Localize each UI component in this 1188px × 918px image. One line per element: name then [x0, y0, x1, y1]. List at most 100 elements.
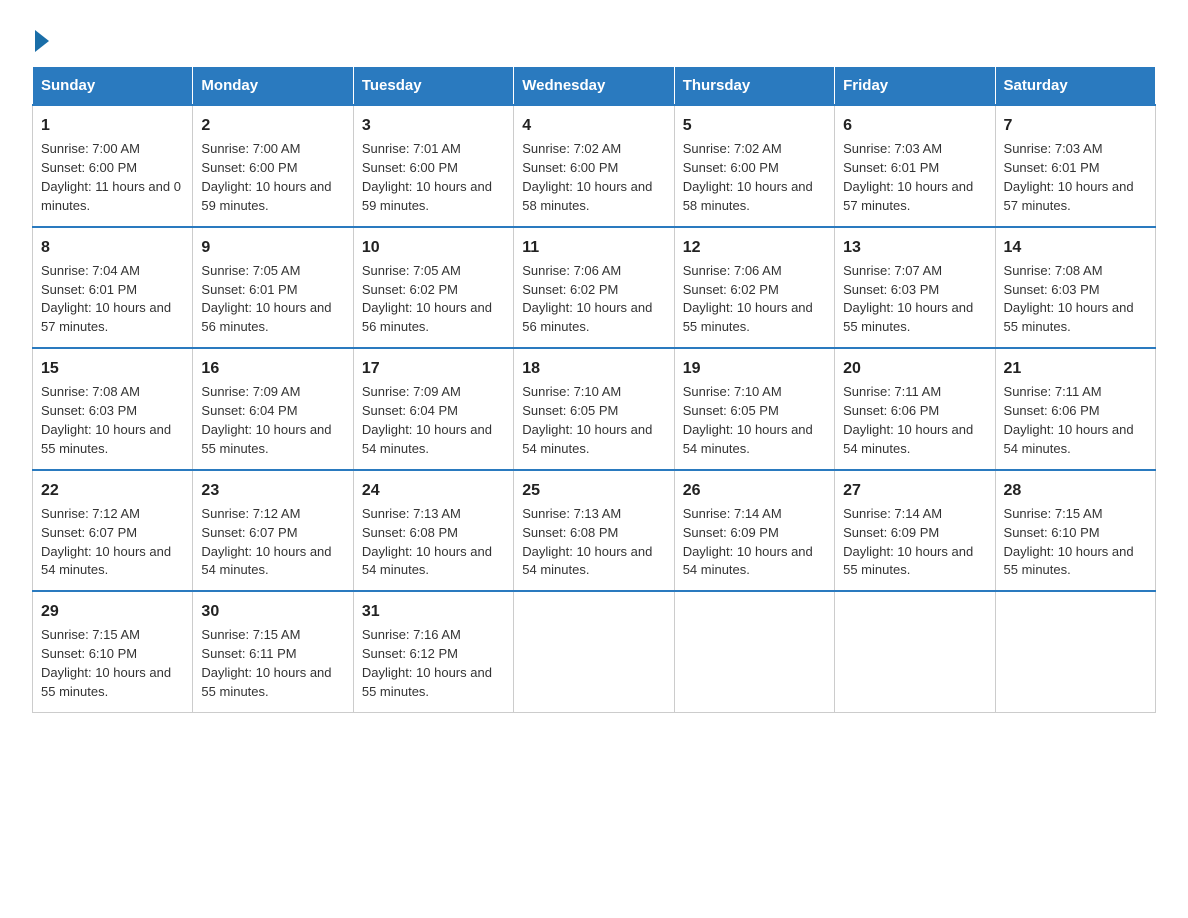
- day-number: 7: [1004, 114, 1147, 137]
- day-info: Sunrise: 7:00 AMSunset: 6:00 PMDaylight:…: [41, 141, 181, 213]
- day-number: 19: [683, 357, 826, 380]
- day-number: 30: [201, 600, 344, 623]
- day-info: Sunrise: 7:00 AMSunset: 6:00 PMDaylight:…: [201, 141, 331, 213]
- calendar-cell: [995, 591, 1155, 712]
- calendar-cell: 22 Sunrise: 7:12 AMSunset: 6:07 PMDayligh…: [33, 470, 193, 592]
- day-number: 17: [362, 357, 505, 380]
- logo-arrow-icon: [35, 30, 49, 52]
- day-number: 4: [522, 114, 665, 137]
- calendar-cell: 23 Sunrise: 7:12 AMSunset: 6:07 PMDayligh…: [193, 470, 353, 592]
- calendar-cell: 8 Sunrise: 7:04 AMSunset: 6:01 PMDaylight…: [33, 227, 193, 349]
- week-row-5: 29 Sunrise: 7:15 AMSunset: 6:10 PMDayligh…: [33, 591, 1156, 712]
- calendar-header-tuesday: Tuesday: [353, 67, 513, 106]
- day-number: 27: [843, 479, 986, 502]
- calendar-cell: 6 Sunrise: 7:03 AMSunset: 6:01 PMDaylight…: [835, 105, 995, 227]
- day-number: 6: [843, 114, 986, 137]
- day-info: Sunrise: 7:10 AMSunset: 6:05 PMDaylight:…: [683, 384, 813, 456]
- day-number: 22: [41, 479, 184, 502]
- page-header: [32, 24, 1156, 48]
- calendar-header-wednesday: Wednesday: [514, 67, 674, 106]
- calendar-header-thursday: Thursday: [674, 67, 834, 106]
- day-number: 28: [1004, 479, 1147, 502]
- calendar-cell: 18 Sunrise: 7:10 AMSunset: 6:05 PMDayligh…: [514, 348, 674, 470]
- day-number: 20: [843, 357, 986, 380]
- day-info: Sunrise: 7:11 AMSunset: 6:06 PMDaylight:…: [1004, 384, 1134, 456]
- calendar-cell: 14 Sunrise: 7:08 AMSunset: 6:03 PMDayligh…: [995, 227, 1155, 349]
- calendar-cell: 29 Sunrise: 7:15 AMSunset: 6:10 PMDayligh…: [33, 591, 193, 712]
- calendar-cell: 2 Sunrise: 7:00 AMSunset: 6:00 PMDaylight…: [193, 105, 353, 227]
- day-number: 13: [843, 236, 986, 259]
- day-number: 11: [522, 236, 665, 259]
- day-info: Sunrise: 7:09 AMSunset: 6:04 PMDaylight:…: [201, 384, 331, 456]
- calendar-cell: 30 Sunrise: 7:15 AMSunset: 6:11 PMDayligh…: [193, 591, 353, 712]
- calendar-cell: 25 Sunrise: 7:13 AMSunset: 6:08 PMDayligh…: [514, 470, 674, 592]
- calendar-cell: 7 Sunrise: 7:03 AMSunset: 6:01 PMDaylight…: [995, 105, 1155, 227]
- calendar-cell: [835, 591, 995, 712]
- calendar-cell: [674, 591, 834, 712]
- calendar-header-monday: Monday: [193, 67, 353, 106]
- day-info: Sunrise: 7:15 AMSunset: 6:10 PMDaylight:…: [1004, 506, 1134, 578]
- calendar-cell: 12 Sunrise: 7:06 AMSunset: 6:02 PMDayligh…: [674, 227, 834, 349]
- week-row-3: 15 Sunrise: 7:08 AMSunset: 6:03 PMDayligh…: [33, 348, 1156, 470]
- calendar-cell: 27Sunrise: 7:14 AMSunset: 6:09 PMDayligh…: [835, 470, 995, 592]
- calendar-cell: 3Sunrise: 7:01 AMSunset: 6:00 PMDaylight…: [353, 105, 513, 227]
- calendar-cell: 24 Sunrise: 7:13 AMSunset: 6:08 PMDayligh…: [353, 470, 513, 592]
- logo: [32, 28, 49, 48]
- day-info: Sunrise: 7:15 AMSunset: 6:10 PMDaylight:…: [41, 627, 171, 699]
- day-number: 21: [1004, 357, 1147, 380]
- day-info: Sunrise: 7:15 AMSunset: 6:11 PMDaylight:…: [201, 627, 331, 699]
- day-number: 26: [683, 479, 826, 502]
- calendar-header-friday: Friday: [835, 67, 995, 106]
- week-row-4: 22 Sunrise: 7:12 AMSunset: 6:07 PMDayligh…: [33, 470, 1156, 592]
- day-number: 29: [41, 600, 184, 623]
- day-number: 14: [1004, 236, 1147, 259]
- day-info: Sunrise: 7:09 AMSunset: 6:04 PMDaylight:…: [362, 384, 492, 456]
- calendar-cell: 1 Sunrise: 7:00 AMSunset: 6:00 PMDaylight…: [33, 105, 193, 227]
- day-number: 18: [522, 357, 665, 380]
- day-info: Sunrise: 7:12 AMSunset: 6:07 PMDaylight:…: [201, 506, 331, 578]
- day-number: 3: [362, 114, 505, 137]
- day-number: 24: [362, 479, 505, 502]
- day-info: Sunrise: 7:08 AMSunset: 6:03 PMDaylight:…: [41, 384, 171, 456]
- calendar-cell: 26 Sunrise: 7:14 AMSunset: 6:09 PMDayligh…: [674, 470, 834, 592]
- day-info: Sunrise: 7:12 AMSunset: 6:07 PMDaylight:…: [41, 506, 171, 578]
- day-info: Sunrise: 7:16 AMSunset: 6:12 PMDaylight:…: [362, 627, 492, 699]
- calendar-cell: 28 Sunrise: 7:15 AMSunset: 6:10 PMDayligh…: [995, 470, 1155, 592]
- day-info: Sunrise: 7:13 AMSunset: 6:08 PMDaylight:…: [362, 506, 492, 578]
- calendar-cell: 20Sunrise: 7:11 AMSunset: 6:06 PMDayligh…: [835, 348, 995, 470]
- calendar-header-row: SundayMondayTuesdayWednesdayThursdayFrid…: [33, 67, 1156, 106]
- day-number: 1: [41, 114, 184, 137]
- day-number: 23: [201, 479, 344, 502]
- day-number: 5: [683, 114, 826, 137]
- day-info: Sunrise: 7:06 AMSunset: 6:02 PMDaylight:…: [683, 263, 813, 335]
- day-number: 12: [683, 236, 826, 259]
- day-number: 16: [201, 357, 344, 380]
- day-info: Sunrise: 7:05 AMSunset: 6:01 PMDaylight:…: [201, 263, 331, 335]
- day-number: 8: [41, 236, 184, 259]
- day-number: 15: [41, 357, 184, 380]
- calendar-header-saturday: Saturday: [995, 67, 1155, 106]
- calendar-cell: 9 Sunrise: 7:05 AMSunset: 6:01 PMDaylight…: [193, 227, 353, 349]
- day-info: Sunrise: 7:14 AMSunset: 6:09 PMDaylight:…: [683, 506, 813, 578]
- day-info: Sunrise: 7:08 AMSunset: 6:03 PMDaylight:…: [1004, 263, 1134, 335]
- day-info: Sunrise: 7:03 AMSunset: 6:01 PMDaylight:…: [1004, 141, 1134, 213]
- week-row-1: 1 Sunrise: 7:00 AMSunset: 6:00 PMDaylight…: [33, 105, 1156, 227]
- calendar-cell: 11 Sunrise: 7:06 AMSunset: 6:02 PMDayligh…: [514, 227, 674, 349]
- day-number: 31: [362, 600, 505, 623]
- day-info: Sunrise: 7:03 AMSunset: 6:01 PMDaylight:…: [843, 141, 973, 213]
- day-info: Sunrise: 7:02 AMSunset: 6:00 PMDaylight:…: [522, 141, 652, 213]
- day-info: Sunrise: 7:13 AMSunset: 6:08 PMDaylight:…: [522, 506, 652, 578]
- day-info: Sunrise: 7:02 AMSunset: 6:00 PMDaylight:…: [683, 141, 813, 213]
- day-number: 9: [201, 236, 344, 259]
- calendar-table: SundayMondayTuesdayWednesdayThursdayFrid…: [32, 66, 1156, 713]
- calendar-cell: 4 Sunrise: 7:02 AMSunset: 6:00 PMDaylight…: [514, 105, 674, 227]
- day-info: Sunrise: 7:10 AMSunset: 6:05 PMDaylight:…: [522, 384, 652, 456]
- calendar-cell: 13Sunrise: 7:07 AMSunset: 6:03 PMDayligh…: [835, 227, 995, 349]
- calendar-cell: 21 Sunrise: 7:11 AMSunset: 6:06 PMDayligh…: [995, 348, 1155, 470]
- day-number: 2: [201, 114, 344, 137]
- calendar-cell: [514, 591, 674, 712]
- day-info: Sunrise: 7:05 AMSunset: 6:02 PMDaylight:…: [362, 263, 492, 335]
- day-info: Sunrise: 7:06 AMSunset: 6:02 PMDaylight:…: [522, 263, 652, 335]
- day-info: Sunrise: 7:04 AMSunset: 6:01 PMDaylight:…: [41, 263, 171, 335]
- day-number: 25: [522, 479, 665, 502]
